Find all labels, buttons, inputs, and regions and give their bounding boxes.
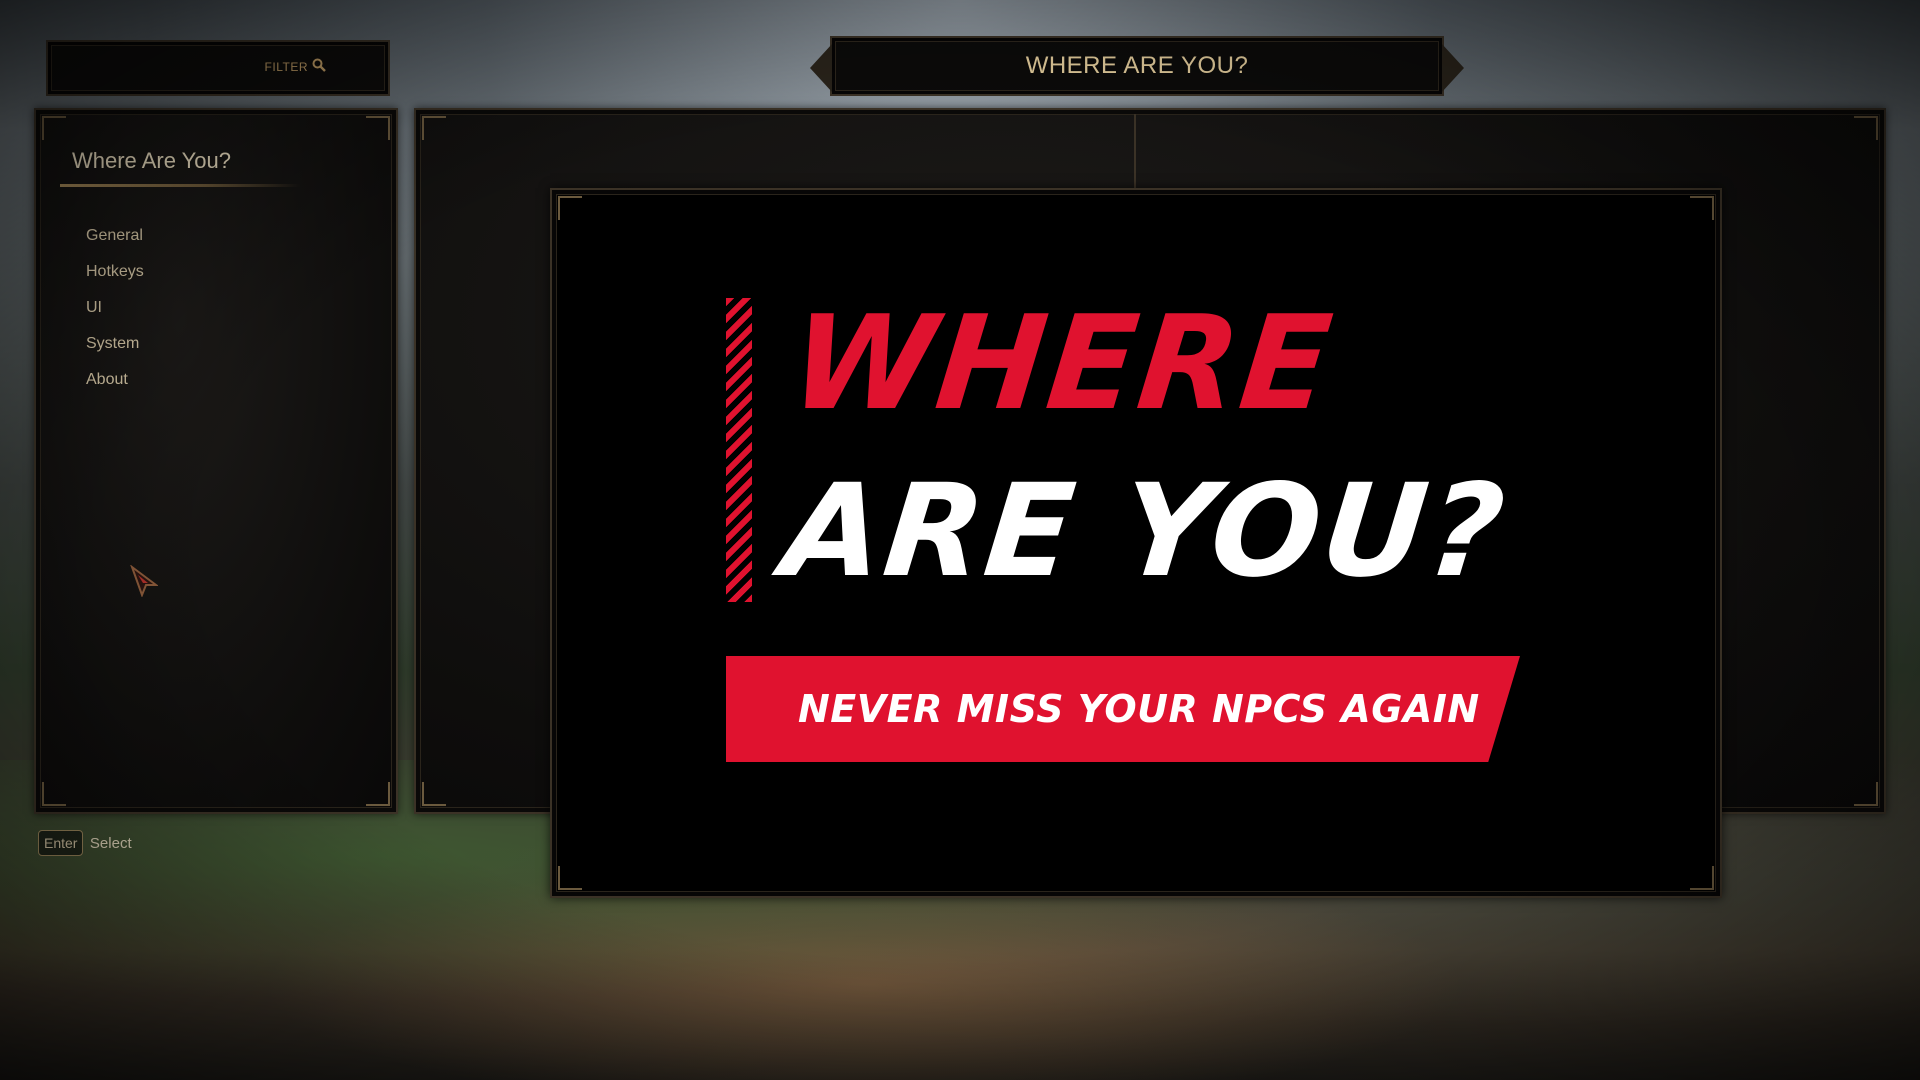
banner-ornament-left — [810, 44, 832, 92]
page-title: WHERE ARE YOU? — [1025, 52, 1249, 79]
column-divider — [1134, 114, 1136, 194]
frame-corner — [1854, 782, 1878, 806]
mod-banner-image: WHERE ARE YOU? NEVER MISS YOUR NPCS AGAI… — [550, 188, 1722, 898]
enter-key-badge[interactable]: Enter — [38, 830, 84, 856]
frame-corner — [558, 196, 582, 220]
mod-menu-panel: Where Are You? General Hotkeys UI System… — [34, 108, 398, 814]
frame-corner — [366, 782, 390, 806]
frame-corner — [422, 116, 446, 140]
banner-ornament-right — [1442, 44, 1464, 92]
filter-label: FILTER — [264, 60, 308, 74]
menu-item-ui[interactable]: UI — [86, 290, 144, 326]
frame-corner — [422, 782, 446, 806]
banner-stripe-bar — [726, 298, 752, 602]
frame-corner — [558, 866, 582, 890]
menu-item-system[interactable]: System — [86, 326, 144, 362]
banner-tagline-bar: NEVER MISS YOUR NPCS AGAIN — [726, 656, 1520, 762]
menu-item-about[interactable]: About — [86, 362, 144, 398]
header-title-banner: WHERE ARE YOU? — [810, 36, 1464, 96]
frame-corner — [42, 116, 66, 140]
mod-title-underline — [60, 184, 300, 187]
cursor-icon — [130, 565, 158, 597]
frame-corner — [1690, 866, 1714, 890]
banner-headline-line1: WHERE — [784, 287, 1340, 439]
mod-menu-list: General Hotkeys UI System About — [86, 218, 144, 398]
filter-search-box[interactable]: FILTER — [46, 40, 390, 96]
search-icon[interactable] — [312, 58, 326, 72]
menu-item-general[interactable]: General — [86, 218, 144, 254]
key-hint-label: Select — [89, 834, 132, 852]
frame-corner — [1690, 196, 1714, 220]
banner-headline-line2: ARE YOU? — [776, 457, 1513, 606]
frame-corner — [1854, 116, 1878, 140]
menu-item-hotkeys[interactable]: Hotkeys — [86, 254, 144, 290]
frame-corner — [366, 116, 390, 140]
key-hint: Enter Select — [38, 830, 132, 858]
mod-title: Where Are You? — [72, 148, 232, 173]
banner-tagline: NEVER MISS YOUR NPCS AGAIN — [798, 687, 1480, 731]
frame-corner — [42, 782, 66, 806]
